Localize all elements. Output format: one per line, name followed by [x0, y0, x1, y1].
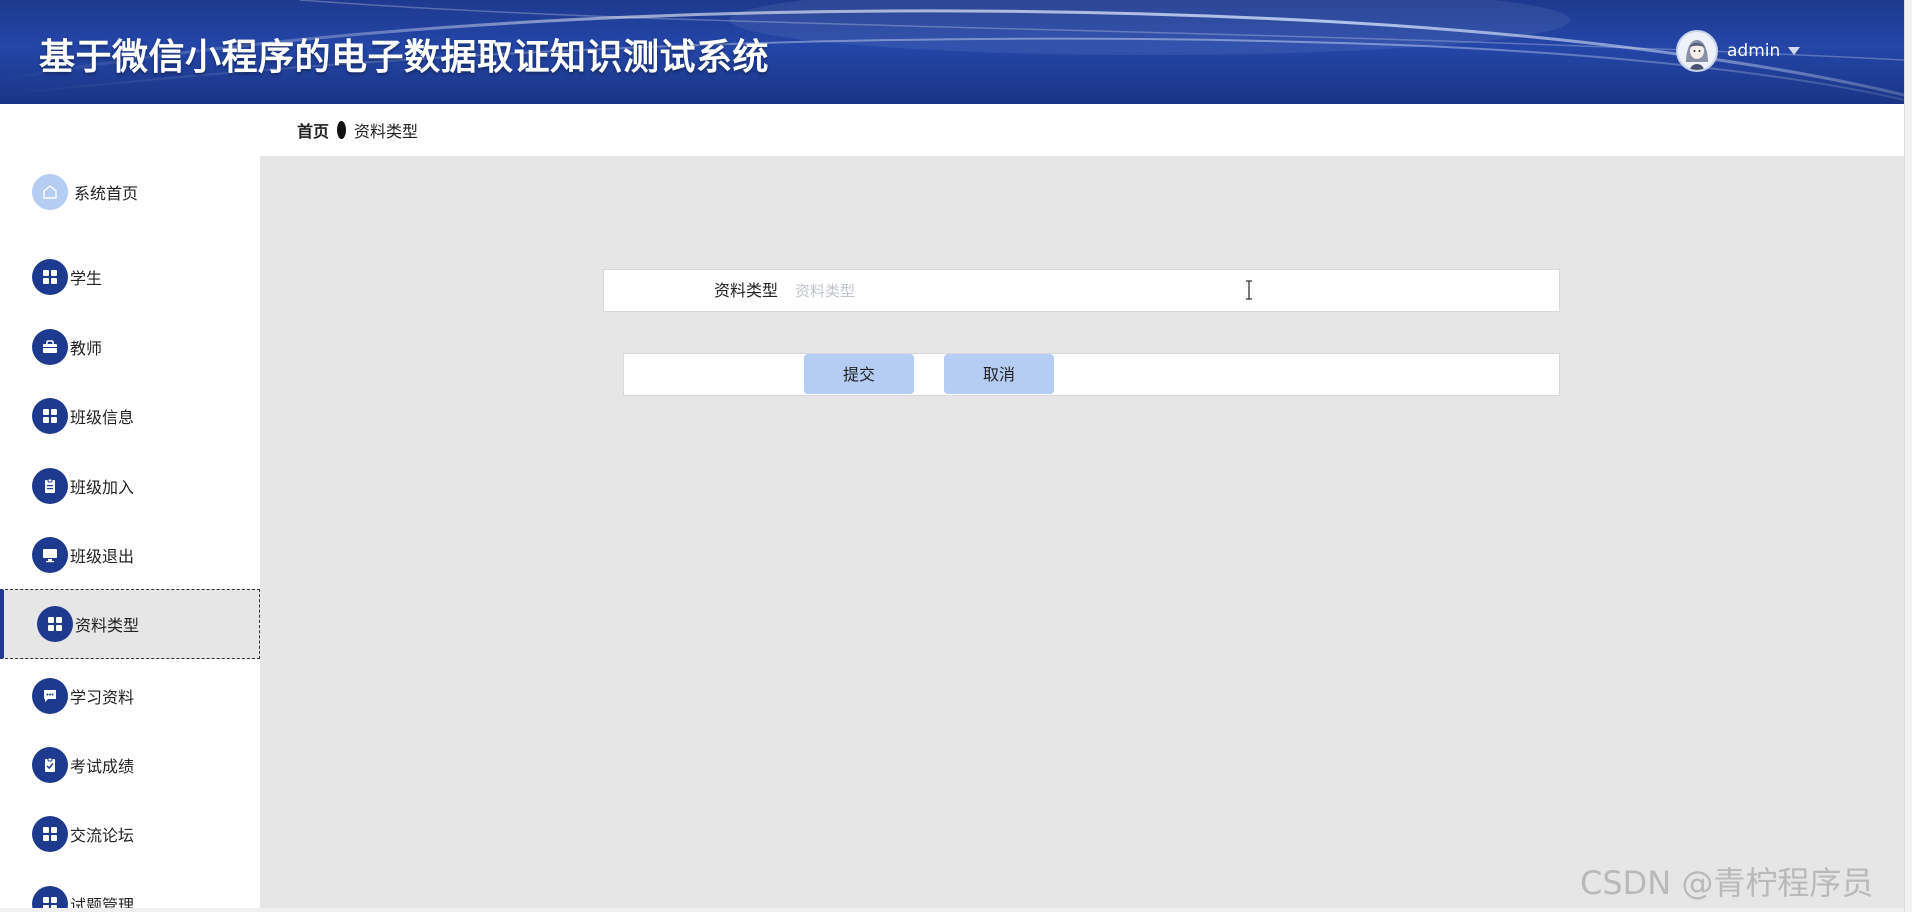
grid-icon [32, 398, 68, 434]
material-type-input[interactable] [795, 275, 1535, 306]
cancel-button[interactable]: 取消 [944, 354, 1054, 394]
grid-icon [32, 259, 68, 295]
vertical-scrollbar[interactable] [1904, 0, 1912, 912]
sidebar-item-question-management[interactable]: 试题管理 [0, 869, 260, 912]
grid-icon [37, 606, 73, 642]
sidebar-item-label: 资料类型 [75, 616, 140, 635]
app-title: 基于微信小程序的电子数据取证知识测试系统 [39, 37, 770, 78]
home-icon [32, 174, 68, 210]
sidebar-item-label: 班级加入 [70, 478, 135, 497]
sidebar-item-material-type[interactable]: 资料类型 [0, 589, 260, 659]
sidebar-item-home[interactable]: 系统首页 [0, 157, 260, 227]
monitor-icon [32, 537, 68, 573]
breadcrumb: 首页 资料类型 [260, 104, 1904, 156]
text-cursor-icon [1246, 280, 1252, 300]
chat-icon [32, 678, 68, 714]
form-actions: 提交 取消 [623, 353, 1560, 396]
sidebar-item-class-exit[interactable]: 班级退出 [0, 520, 260, 590]
sidebar-item-class-join[interactable]: 班级加入 [0, 451, 260, 521]
main-content: 资料类型 提交 取消 [260, 156, 1904, 908]
breadcrumb-current: 资料类型 [354, 122, 419, 141]
sidebar-item-teachers[interactable]: 教师 [0, 312, 260, 382]
user-menu[interactable]: admin [1676, 30, 1801, 72]
sidebar-item-label: 学生 [70, 269, 103, 288]
sidebar-item-label: 教师 [70, 339, 103, 358]
sidebar-item-label: 系统首页 [74, 184, 139, 203]
sidebar-item-forum[interactable]: 交流论坛 [0, 799, 260, 869]
avatar-anime-girl-icon [1678, 32, 1716, 70]
watermark: CSDN @青柠程序员 [1580, 864, 1874, 902]
sidebar-item-exam-scores[interactable]: 考试成绩 [0, 730, 260, 800]
breadcrumb-separator-icon [337, 121, 347, 139]
sidebar-item-label: 学习资料 [70, 688, 135, 707]
sidebar-item-label: 考试成绩 [70, 757, 135, 776]
grid-icon [32, 816, 68, 852]
sidebar-item-label: 班级退出 [70, 547, 135, 566]
sidebar-item-students[interactable]: 学生 [0, 242, 260, 312]
sidebar-item-study-materials[interactable]: 学习资料 [0, 661, 260, 731]
avatar[interactable] [1676, 30, 1718, 72]
app-header: 基于微信小程序的电子数据取证知识测试系统 admin [0, 0, 1904, 104]
submit-button[interactable]: 提交 [804, 354, 914, 394]
username[interactable]: admin [1727, 41, 1780, 61]
caret-down-icon[interactable] [1788, 47, 1801, 55]
bottom-scroll-strip [0, 908, 1904, 912]
sidebar-item-label: 交流论坛 [70, 826, 135, 845]
clipboard-check-icon [32, 747, 68, 783]
material-type-form-row: 资料类型 [603, 269, 1560, 312]
clipboard-icon [32, 468, 68, 504]
briefcase-icon [32, 329, 68, 365]
sidebar-item-label: 班级信息 [70, 408, 135, 427]
sidebar: 系统首页 学生 教师 班级信息 班级加入 班级退出 资料类型 学习资料 考试成绩… [0, 104, 260, 912]
breadcrumb-home[interactable]: 首页 [297, 118, 329, 142]
material-type-label: 资料类型 [713, 281, 778, 300]
sidebar-item-class-info[interactable]: 班级信息 [0, 381, 260, 451]
